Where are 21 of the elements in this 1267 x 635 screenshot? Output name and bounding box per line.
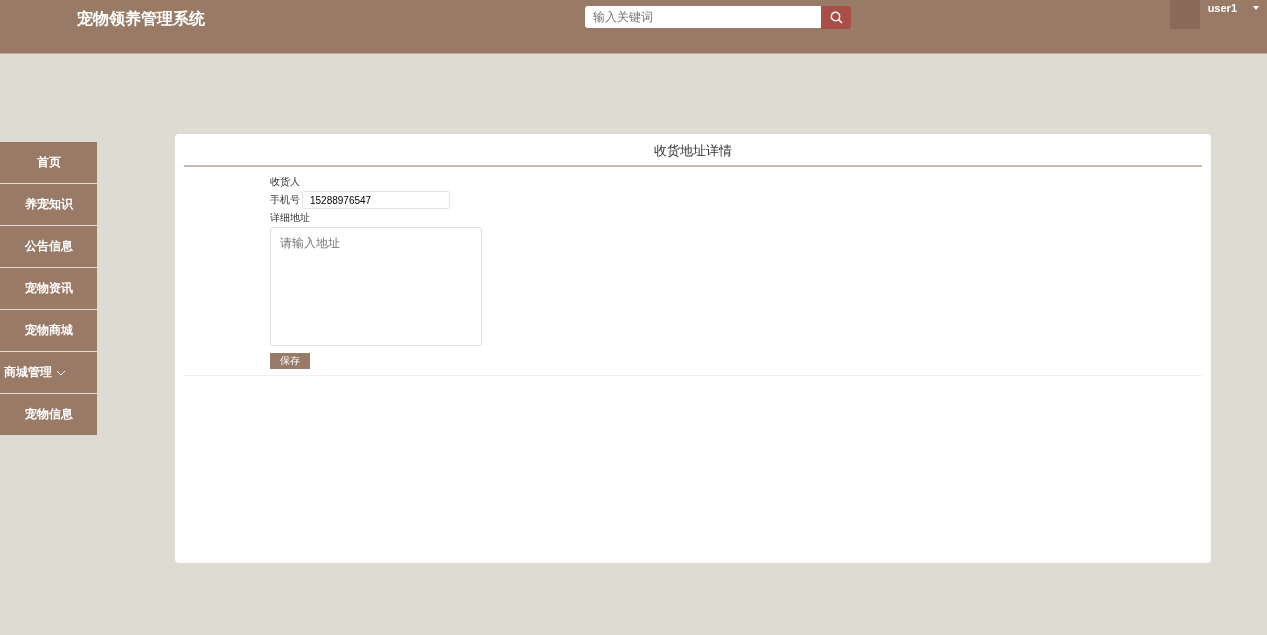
field-label: 详细地址 (270, 211, 311, 225)
sidebar-item[interactable]: 宠物信息 (0, 394, 97, 435)
sidebar-item[interactable]: 首页 (0, 142, 97, 183)
sidebar-item[interactable]: 宠物商城 (0, 310, 97, 351)
site-title: 宠物领养管理系统 (77, 9, 206, 29)
sidebar-item[interactable]: 商城管理 (0, 352, 97, 393)
username[interactable]: user1 (1207, 2, 1237, 14)
field-label: 手机号 (270, 193, 300, 207)
phone-input-field[interactable]: 15288976547 (302, 191, 450, 209)
search-icon (829, 11, 843, 24)
caret-icon[interactable] (1253, 6, 1259, 10)
search-field[interactable]: 输入关键词 (585, 6, 821, 28)
sidebar-item[interactable]: 宠物资讯 (0, 268, 97, 309)
address-textarea[interactable]: 请输入地址 (270, 227, 482, 346)
card-title: 收货地址详情 (184, 134, 1202, 167)
save-button[interactable]: 保存 (270, 353, 310, 369)
field-label: 收货人 (270, 175, 301, 189)
chevron-down-icon (56, 369, 66, 376)
sidebar-item[interactable]: 养宠知识 (0, 184, 97, 225)
search-button[interactable] (821, 6, 851, 29)
sidebar-item[interactable]: 公告信息 (0, 226, 97, 267)
